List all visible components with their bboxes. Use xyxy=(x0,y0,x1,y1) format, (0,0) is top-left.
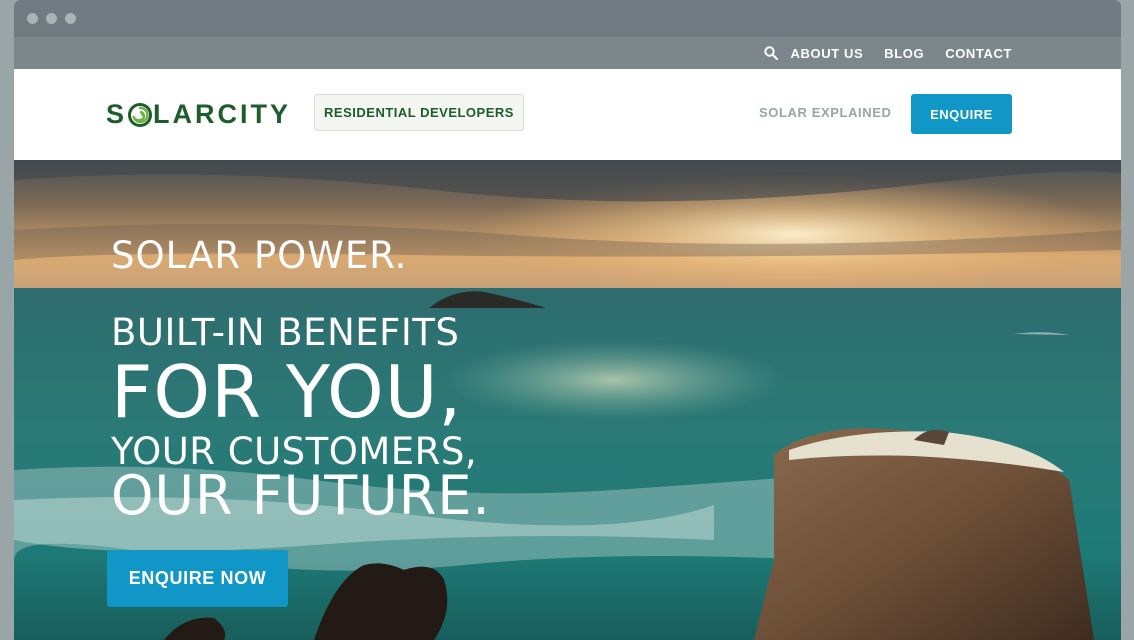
browser-window: ABOUT US BLOG CONTACT S LARCITY RESIDENT… xyxy=(14,0,1121,640)
utility-nav: ABOUT US BLOG CONTACT xyxy=(763,37,1012,69)
nav-contact-link[interactable]: CONTACT xyxy=(945,46,1012,61)
window-minimize-dot[interactable] xyxy=(46,13,57,24)
logo-text-start: S xyxy=(106,99,128,129)
hero-heading-built-in: BUILT-IN BENEFITS xyxy=(111,311,460,354)
window-close-dot[interactable] xyxy=(27,13,38,24)
solarcity-logo[interactable]: S LARCITY xyxy=(106,99,291,130)
search-icon[interactable] xyxy=(763,46,778,61)
hero-section: SOLAR POWER. BUILT-IN BENEFITS FOR YOU, … xyxy=(14,160,1121,640)
enquire-now-button[interactable]: ENQUIRE NOW xyxy=(107,550,288,607)
residential-developers-button[interactable]: RESIDENTIAL DEVELOPERS xyxy=(314,94,524,131)
logo-text-end: LARCITY xyxy=(153,99,292,129)
logo-swirl-icon xyxy=(128,102,153,127)
site-header: S LARCITY RESIDENTIAL DEVELOPERS SOLAR E… xyxy=(14,69,1121,160)
nav-blog-link[interactable]: BLOG xyxy=(884,46,924,61)
nav-about-us-link[interactable]: ABOUT US xyxy=(791,46,864,61)
enquire-button[interactable]: ENQUIRE xyxy=(911,94,1012,134)
window-maximize-dot[interactable] xyxy=(65,13,76,24)
solar-explained-link[interactable]: SOLAR EXPLAINED xyxy=(759,105,892,120)
window-titlebar xyxy=(14,0,1121,37)
utility-nav-bar: ABOUT US BLOG CONTACT xyxy=(14,37,1121,69)
hero-heading-for-you: FOR YOU, xyxy=(111,350,463,434)
hero-heading-future: OUR FUTURE. xyxy=(111,464,491,527)
hero-heading-solar-power: SOLAR POWER. xyxy=(111,234,408,277)
